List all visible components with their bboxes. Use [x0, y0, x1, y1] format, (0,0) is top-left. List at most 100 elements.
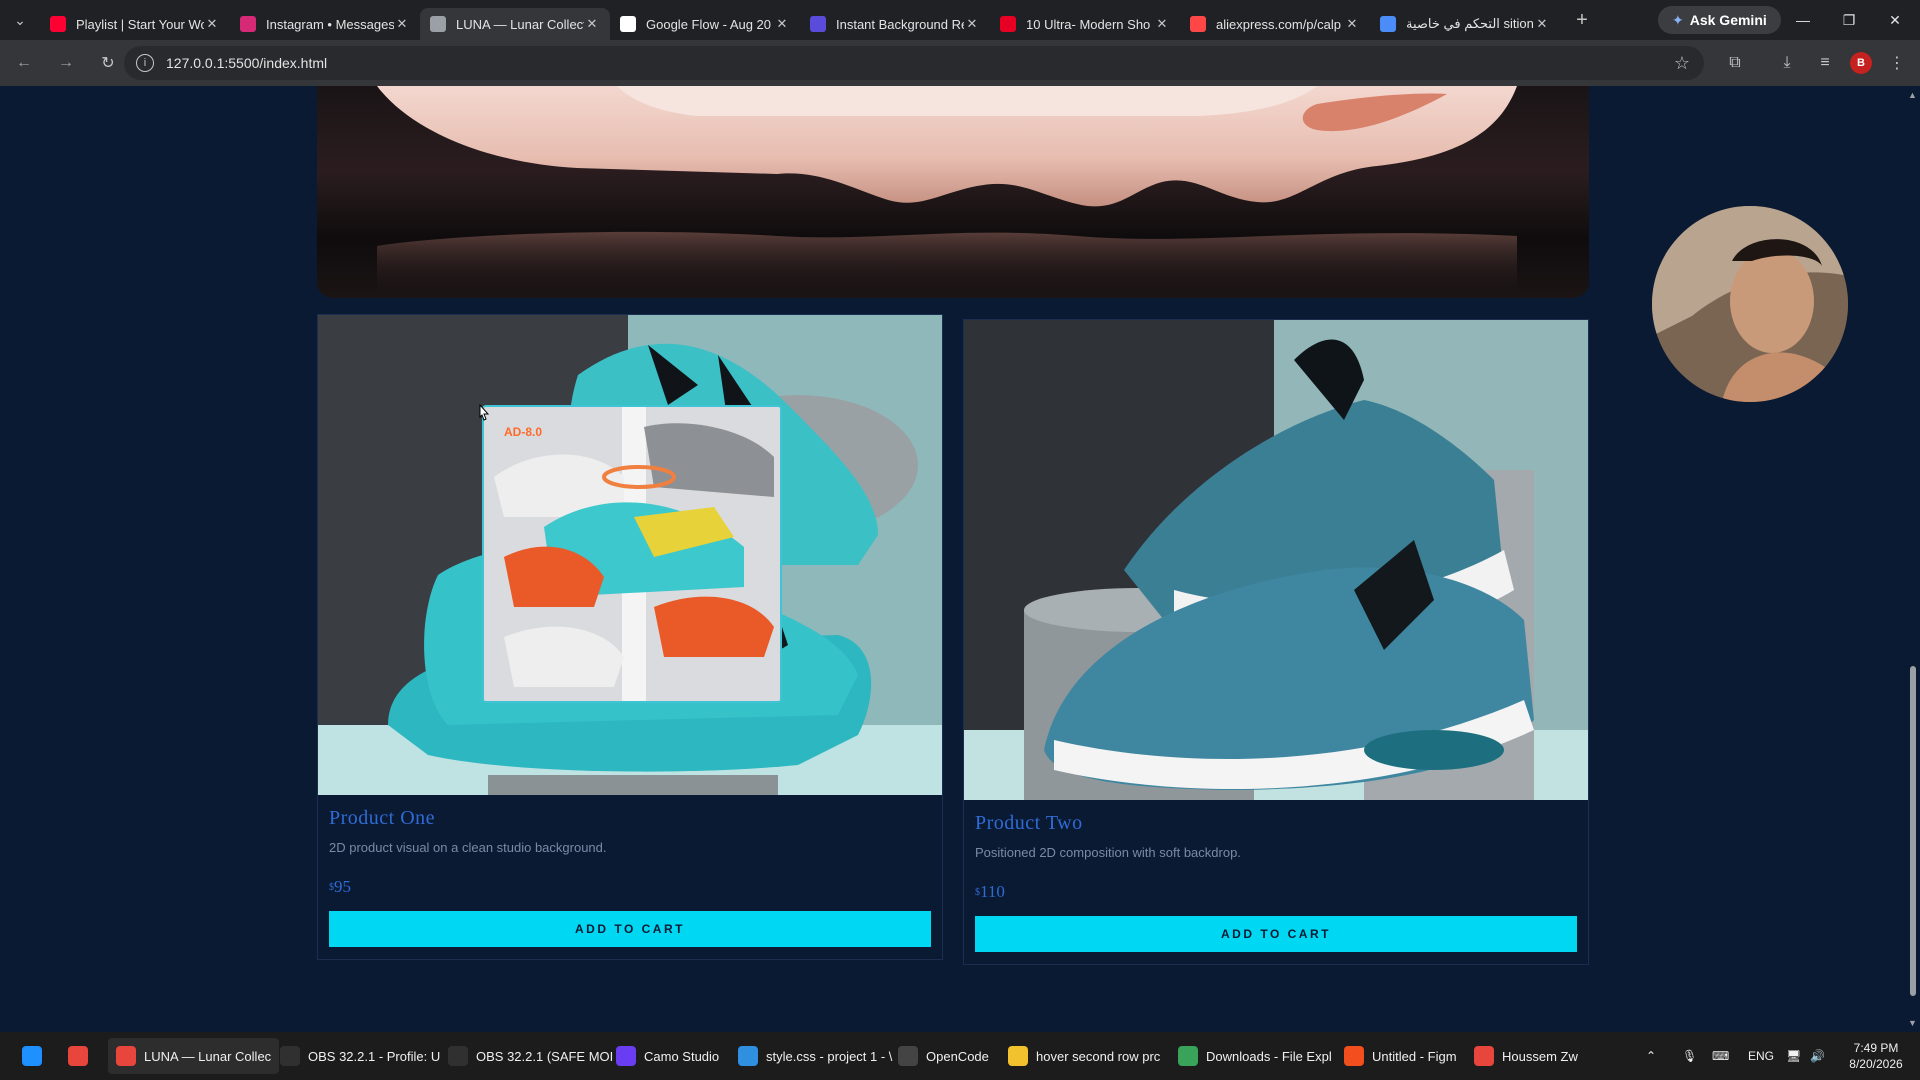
document-icon	[620, 16, 636, 32]
tab-title: Instagram • Messages	[266, 16, 394, 32]
tab-close-icon[interactable]: ✕	[1344, 16, 1360, 32]
scroll-down-icon[interactable]: ▼	[1908, 1018, 1917, 1028]
removebg-icon	[810, 16, 826, 32]
site-info-icon[interactable]: i	[136, 54, 154, 72]
camo-icon	[616, 1046, 636, 1066]
tab-strip: ⌄ Playlist | Start Your Wo ✕ Instagram • M…	[0, 0, 1920, 40]
browser-tab[interactable]: LUNA — Lunar Collect ✕	[420, 8, 610, 40]
taskbar-item[interactable]: hover second row prc	[1000, 1038, 1168, 1074]
tab-close-icon[interactable]: ✕	[584, 16, 600, 32]
product-two-name[interactable]: Product Two	[975, 812, 1577, 835]
new-tab-button[interactable]: +	[1566, 4, 1598, 36]
tab-search-icon[interactable]: ⌄	[0, 0, 40, 40]
browser-tab[interactable]: Instagram • Messages ✕	[230, 8, 420, 40]
taskbar-item[interactable]: Downloads - File Expl	[1170, 1038, 1340, 1074]
product-card-one: AD-8.0 Product One 2D product visual on …	[317, 314, 943, 960]
aliexpress-icon	[1190, 16, 1206, 32]
taskbar-item[interactable]: Houssem Zw	[1466, 1038, 1586, 1074]
scroll-up-icon[interactable]: ▲	[1908, 90, 1917, 100]
terminal-icon	[898, 1046, 918, 1066]
menu-icon[interactable]: ⋮	[1882, 48, 1912, 78]
keyboard-icon[interactable]: ⌨	[1712, 1032, 1729, 1080]
preview-tag: AD-8.0	[504, 425, 543, 439]
add-to-cart-button-one[interactable]: ADD TO CART	[329, 911, 931, 947]
gemini-icon	[1380, 16, 1396, 32]
taskbar-item-label: Downloads - File Expl	[1206, 1048, 1332, 1064]
tab-close-icon[interactable]: ✕	[964, 16, 980, 32]
clock-date: 8/20/2026	[1849, 1057, 1903, 1071]
tab-close-icon[interactable]: ✕	[1154, 16, 1170, 32]
extensions-icon[interactable]: ⧉	[1720, 48, 1750, 78]
browser-tab[interactable]: Google Flow - Aug 20 ✕	[610, 8, 800, 40]
add-to-cart-button-two[interactable]: ADD TO CART	[975, 916, 1577, 952]
browser-tab[interactable]: aliexpress.com/p/calp ✕	[1180, 8, 1370, 40]
restore-button[interactable]: ❐	[1826, 0, 1872, 40]
product-card-two: Product Two Positioned 2D composition wi…	[963, 319, 1589, 965]
gemini-icon: ✦	[1672, 11, 1684, 28]
page-scrollbar[interactable]: ▲ ▼	[1906, 86, 1920, 1032]
back-icon[interactable]: ←	[6, 45, 42, 81]
product-one-description: 2D product visual on a clean studio back…	[329, 840, 607, 855]
tab-close-icon[interactable]: ✕	[774, 16, 790, 32]
product-one-price: $95	[329, 877, 931, 897]
hero-image	[317, 86, 1589, 298]
youtube-icon	[50, 16, 66, 32]
tab-close-icon[interactable]: ✕	[204, 16, 220, 32]
browser-tab[interactable]: Playlist | Start Your Wo ✕	[40, 8, 230, 40]
tab-title: Playlist | Start Your Wo	[76, 16, 204, 32]
download-icon[interactable]: ⤓	[1772, 48, 1802, 78]
clock-time: 7:49 PM	[1853, 1041, 1899, 1055]
tab-title: LUNA — Lunar Collect	[456, 16, 584, 32]
network-icon[interactable]: 🖥	[1786, 1032, 1801, 1080]
minimize-button[interactable]: —	[1780, 0, 1826, 40]
close-window-button[interactable]: ✕	[1872, 0, 1918, 40]
product-two-price-value: 110	[980, 882, 1005, 901]
obs-icon	[280, 1046, 300, 1066]
tab-title: 10 Ultra- Modern Sho	[1026, 16, 1151, 32]
language-indicator[interactable]: ENG	[1748, 1032, 1774, 1080]
profile-avatar[interactable]: B	[1850, 52, 1872, 74]
tab-title: التحكم في خاصية sition	[1406, 16, 1534, 31]
bookmark-star-icon[interactable]: ☆	[1674, 53, 1690, 74]
product-two-description: Positioned 2D composition with soft back…	[975, 845, 1241, 860]
taskbar-item-label: Untitled - Figm	[1372, 1048, 1457, 1064]
volume-icon[interactable]: 🔊	[1810, 1032, 1825, 1080]
browser-tab[interactable]: التحكم في خاصية sition ✕	[1370, 8, 1560, 40]
product-one-hover-preview: AD-8.0	[482, 405, 782, 703]
product-one-price-value: 95	[334, 877, 351, 896]
system-clock[interactable]: 7:49 PM 8/20/2026	[1836, 1040, 1916, 1072]
browser-toolbar: ← → ↻ i 127.0.0.1:5500/index.html ☆ ⧉ ⤓ …	[0, 40, 1920, 86]
taskbar-item[interactable]: style.css - project 1 - \	[730, 1038, 900, 1074]
reload-icon[interactable]: ↻	[90, 45, 126, 81]
taskbar-item[interactable]: OBS 32.2.1 (SAFE MOI	[440, 1038, 621, 1074]
browser-tab[interactable]: 10 Ultra- Modern Sho ✕	[990, 8, 1180, 40]
ask-gemini-button[interactable]: ✦ Ask Gemini	[1658, 6, 1781, 34]
forward-icon[interactable]: →	[48, 45, 84, 81]
tab-close-icon[interactable]: ✕	[1534, 16, 1550, 32]
mouse-cursor-icon	[479, 404, 490, 421]
windows-taskbar: LUNA — Lunar Collec OBS 32.2.1 - Profile:…	[0, 1032, 1920, 1080]
taskbar-item[interactable]: OBS 32.2.1 - Profile: U	[272, 1038, 448, 1074]
globe-icon	[430, 16, 446, 32]
taskbar-item[interactable]	[60, 1038, 96, 1074]
tray-chevron-icon[interactable]: ⌃	[1646, 1032, 1656, 1080]
scroll-thumb[interactable]	[1910, 666, 1916, 996]
tab-title: Instant Background Re	[836, 16, 964, 32]
taskbar-item[interactable]: Camo Studio	[608, 1038, 727, 1074]
product-one-name[interactable]: Product One	[329, 807, 931, 830]
chrome-icon	[68, 1046, 88, 1066]
taskbar-item-label: OBS 32.2.1 - Profile: U	[308, 1048, 441, 1064]
tab-close-icon[interactable]: ✕	[394, 16, 410, 32]
media-controls-icon[interactable]: ≡	[1810, 48, 1840, 78]
taskbar-item[interactable]: LUNA — Lunar Collec	[108, 1038, 280, 1074]
product-two-image[interactable]	[964, 320, 1588, 800]
taskbar-item-label: style.css - project 1 - \	[766, 1048, 893, 1064]
taskbar-item[interactable]: Untitled - Figm	[1336, 1038, 1465, 1074]
microphone-icon[interactable]: 🎙	[1682, 1032, 1697, 1080]
taskbar-item[interactable]	[14, 1038, 50, 1074]
browser-tab[interactable]: Instant Background Re ✕	[800, 8, 990, 40]
taskbar-item[interactable]: OpenCode	[890, 1038, 997, 1074]
address-bar[interactable]: i 127.0.0.1:5500/index.html ☆	[124, 46, 1704, 80]
product-one-image[interactable]: AD-8.0	[318, 315, 942, 795]
windows-start-icon	[22, 1046, 42, 1066]
